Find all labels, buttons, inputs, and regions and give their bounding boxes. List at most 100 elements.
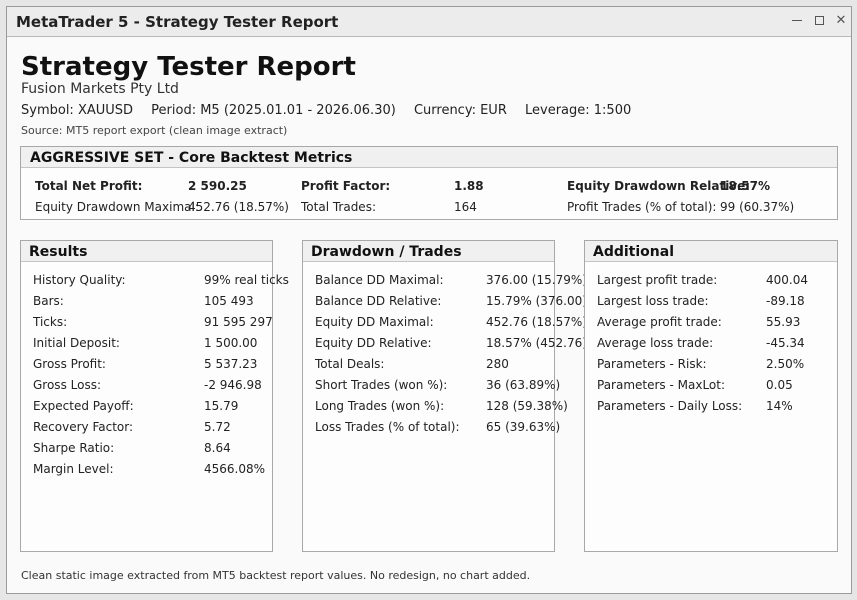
metric-label: Initial Deposit: [33,336,120,350]
list-item: Average profit trade: 55.93 [585,313,837,334]
broker-name: Fusion Markets Pty Ltd [21,81,179,97]
close-icon[interactable]: ✕ [831,10,851,32]
source-note: Source: MT5 report export (clean image e… [21,124,288,137]
list-item: Long Trades (won %): 128 (59.38%) [303,397,568,418]
metric-label: Equity DD Maximal: [315,315,434,329]
list-item: Balance DD Maximal: 376.00 (15.79%) [303,271,587,292]
metric-value: 55.93 [766,315,801,329]
metric-label: Ticks: [33,315,68,329]
currency-text: Currency: EUR [413,103,507,118]
drawdown-trades-title: Drawdown / Trades [303,241,554,262]
additional-panel: Additional Largest profit trade: 400.04 L… [584,240,838,552]
list-item: Initial Deposit: 1 500.00 [21,334,272,355]
core-label: Profit Factor: [301,179,391,193]
report-window: MetaTrader 5 - Strategy Tester Report ✕ … [6,6,852,594]
list-item: Balance DD Relative: 15.79% (376.00) [303,292,587,313]
list-item: Sharpe Ratio: 8.64 [21,439,272,460]
metric-label: Parameters - Risk: [597,357,707,371]
minimize-icon[interactable] [787,10,807,32]
metric-value: 65 (39.63%) [486,420,561,434]
metric-label: Loss Trades (% of total): [315,420,460,434]
list-item: Equity DD Maximal: 452.76 (18.57%) [303,313,587,334]
list-item: Parameters - Risk: 2.50% [585,355,837,376]
metric-value: 15.79% (376.00) [486,294,587,308]
metric-label: Gross Profit: [33,357,106,371]
metric-label: Largest loss trade: [597,294,709,308]
metric-value: 2.50% [766,357,805,371]
metric-value: 36 (63.89%) [486,378,561,392]
metric-label: Gross Loss: [33,378,101,392]
metric-label: Long Trades (won %): [315,399,445,413]
metric-label: History Quality: [33,273,126,287]
metric-value: 18.57% (452.76) [486,336,587,350]
metric-value: 128 (59.38%) [486,399,568,413]
metric-value: -89.18 [766,294,805,308]
list-item: Bars: 105 493 [21,292,272,313]
leverage-text: Leverage: 1:500 [525,103,632,118]
metric-value: 105 493 [204,294,254,308]
metric-value: 8.64 [204,441,231,455]
core-value: 1.88 [454,179,484,193]
additional-title: Additional [585,241,837,262]
metric-label: Balance DD Relative: [315,294,442,308]
results-panel: Results History Quality: 99% real ticks B… [20,240,289,552]
metric-value: 280 [486,357,509,371]
metric-value: 5 537.23 [204,357,258,371]
metric-label: Parameters - Daily Loss: [597,399,743,413]
core-value: 2 590.25 [188,179,247,193]
list-item: Largest profit trade: 400.04 [585,271,837,292]
core-metrics-panel: AGGRESSIVE SET - Core Backtest Metrics T… [20,146,838,220]
metric-label: Balance DD Maximal: [315,273,444,287]
core-metrics-title: AGGRESSIVE SET - Core Backtest Metrics [21,147,837,168]
metric-label: Parameters - MaxLot: [597,378,726,392]
core-value: 99 (60.37%) [720,200,795,214]
footer-note: Clean static image extracted from MT5 ba… [21,569,531,582]
metric-label: Expected Payoff: [33,399,134,413]
list-item: Loss Trades (% of total): 65 (39.63%) [303,418,560,439]
list-item: Gross Loss: -2 946.98 [21,376,272,397]
period-text: Period: M5 (2025.01.01 - 2026.06.30) [151,103,396,118]
metric-label: Average profit trade: [597,315,722,329]
metric-label: Equity DD Relative: [315,336,432,350]
metric-label: Recovery Factor: [33,420,134,434]
metric-value: 91 595 297 [204,315,273,329]
list-item: Ticks: 91 595 297 [21,313,273,334]
core-label: Total Net Profit: [35,179,143,193]
maximize-icon[interactable] [809,10,829,32]
list-item: Average loss trade: -45.34 [585,334,837,355]
metric-value: 0.05 [766,378,793,392]
list-item: Gross Profit: 5 537.23 [21,355,272,376]
title-bar[interactable]: MetaTrader 5 - Strategy Tester Report ✕ [7,7,851,37]
results-title: Results [21,241,272,262]
metric-value: 400.04 [766,273,808,287]
list-item: Recovery Factor: 5.72 [21,418,272,439]
symbol-text: Symbol: XAUUSD [21,103,134,118]
metric-value: 452.76 (18.57%) [486,315,587,329]
list-item: History Quality: 99% real ticks [21,271,289,292]
list-item: Total Deals: 280 [303,355,554,376]
metric-value: 4566.08% [204,462,266,476]
metric-value: 1 500.00 [204,336,258,350]
list-item: Largest loss trade: -89.18 [585,292,837,313]
metric-label: Bars: [33,294,64,308]
window-title: MetaTrader 5 - Strategy Tester Report [16,13,339,31]
metric-value: 5.72 [204,420,231,434]
metric-value: 376.00 (15.79%) [486,273,587,287]
metric-value: -45.34 [766,336,805,350]
list-item: Parameters - Daily Loss: 14% [585,397,837,418]
core-value: 164 [454,200,477,214]
core-label: Profit Trades (% of total): [567,200,717,214]
list-item: Margin Level: 4566.08% [21,460,272,481]
metric-label: Short Trades (won %): [315,378,448,392]
metric-value: -2 946.98 [204,378,262,392]
list-item: Parameters - MaxLot: 0.05 [585,376,837,397]
core-label: Total Trades: [301,200,376,214]
metric-value: 99% real ticks [204,273,289,287]
list-item: Equity DD Relative: 18.57% (452.76) [303,334,587,355]
report-meta: Symbol: XAUUSD Period: M5 (2025.01.01 - … [21,103,645,118]
core-label: Equity Drawdown Maximal: [35,200,199,214]
metric-value: 14% [766,399,793,413]
core-value: 452.76 (18.57%) [188,200,289,214]
metric-label: Margin Level: [33,462,114,476]
metric-label: Total Deals: [315,357,385,371]
